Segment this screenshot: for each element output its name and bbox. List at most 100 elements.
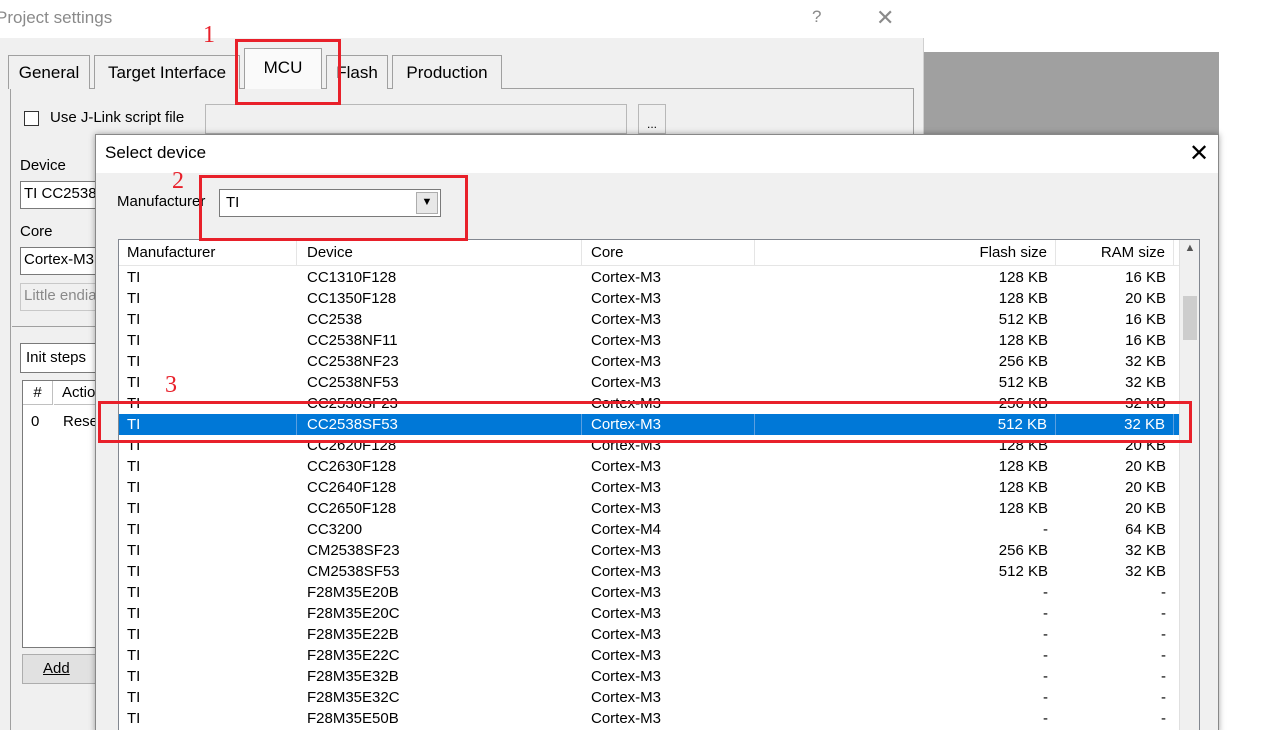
cell-ram-size: 16 KB <box>1125 269 1166 286</box>
cell-ram-size: 32 KB <box>1125 563 1166 580</box>
cell-manufacturer: TI <box>127 332 141 349</box>
tab-general[interactable]: General <box>8 55 90 89</box>
tab-target-interface[interactable]: Target Interface <box>94 55 240 89</box>
cell-flash-size: - <box>1043 584 1048 601</box>
use-script-checkbox[interactable] <box>24 111 39 126</box>
cell-core: Cortex-M3 <box>591 458 662 475</box>
cell-ram-size: - <box>1161 584 1166 601</box>
table-row[interactable]: TI F28M35E20C Cortex-M3 - - <box>119 603 1179 624</box>
column-header-ram-size[interactable]: RAM size <box>1056 240 1174 266</box>
cell-device: F28M35E32C <box>307 689 400 706</box>
annotation-number-3: 3 <box>165 372 177 398</box>
device-table: Manufacturer Device Core Flash size RAM … <box>118 239 1200 730</box>
cell-core: Cortex-M4 <box>591 521 662 538</box>
cell-core: Cortex-M3 <box>591 668 662 685</box>
table-row[interactable]: TI F28M35E22B Cortex-M3 - - <box>119 624 1179 645</box>
manufacturer-label: Manufacturer <box>117 193 206 210</box>
cell-device: CC2538NF23 <box>307 353 399 370</box>
table-row[interactable]: TI CC1350F128 Cortex-M3 128 KB 20 KB <box>119 288 1179 309</box>
dialog-title: Select device <box>105 143 207 162</box>
cell-device: CM2538SF53 <box>307 563 400 580</box>
cell-flash-size: 128 KB <box>998 479 1048 496</box>
cell-ram-size: - <box>1161 710 1166 727</box>
column-header-core[interactable]: Core <box>582 240 755 266</box>
cell-manufacturer: TI <box>127 311 141 328</box>
table-row[interactable]: TI F28M35E22C Cortex-M3 - - <box>119 645 1179 666</box>
cell-core: Cortex-M3 <box>591 332 662 349</box>
cell-manufacturer: TI <box>127 500 141 517</box>
table-row[interactable]: TI CC2538 Cortex-M3 512 KB 16 KB <box>119 309 1179 330</box>
cell-manufacturer: TI <box>127 542 141 559</box>
cell-core: Cortex-M3 <box>591 290 662 307</box>
background-area <box>924 52 1219 134</box>
cell-device: F28M35E22B <box>307 626 399 643</box>
cell-core: Cortex-M3 <box>591 374 662 391</box>
cell-flash-size: - <box>1043 626 1048 643</box>
cell-manufacturer: TI <box>127 521 141 538</box>
close-icon[interactable]: ✕ <box>1189 139 1209 168</box>
table-row[interactable]: TI F28M35E50B Cortex-M3 - - <box>119 708 1179 729</box>
table-row[interactable]: TI CC1310F128 Cortex-M3 128 KB 16 KB <box>119 267 1179 288</box>
init-steps-select[interactable]: Init steps <box>20 343 100 373</box>
scroll-thumb[interactable] <box>1183 296 1197 340</box>
cell-ram-size: 16 KB <box>1125 332 1166 349</box>
cell-ram-size: 32 KB <box>1125 542 1166 559</box>
core-field[interactable]: Cortex-M3 <box>20 247 100 275</box>
cell-ram-size: - <box>1161 647 1166 664</box>
add-step-button[interactable]: Add <box>22 654 98 684</box>
cell-ram-size: 20 KB <box>1125 290 1166 307</box>
window-title: Project settings <box>0 8 113 27</box>
cell-core: Cortex-M3 <box>591 605 662 622</box>
cell-manufacturer: TI <box>127 353 141 370</box>
cell-core: Cortex-M3 <box>591 353 662 370</box>
column-header-manufacturer[interactable]: Manufacturer <box>119 240 297 266</box>
script-browse-button[interactable]: ... <box>638 104 666 134</box>
table-row[interactable]: TI CC3200 Cortex-M4 - 64 KB <box>119 519 1179 540</box>
table-row[interactable]: TI F28M35E20B Cortex-M3 - - <box>119 582 1179 603</box>
table-row[interactable]: TI CC2538NF11 Cortex-M3 128 KB 16 KB <box>119 330 1179 351</box>
script-path-field[interactable] <box>205 104 627 134</box>
cell-flash-size: - <box>1043 689 1048 706</box>
cell-flash-size: - <box>1043 605 1048 622</box>
table-row[interactable]: TI CC2538NF53 Cortex-M3 512 KB 32 KB <box>119 372 1179 393</box>
endian-field: Little endian <box>20 283 100 311</box>
cell-device: CC3200 <box>307 521 363 538</box>
cell-flash-size: - <box>1043 647 1048 664</box>
scroll-up-icon[interactable]: ▲ <box>1180 242 1199 262</box>
cell-core: Cortex-M3 <box>591 563 662 580</box>
column-header-flash-size[interactable]: Flash size <box>755 240 1056 266</box>
table-row[interactable]: TI CC2538NF23 Cortex-M3 256 KB 32 KB <box>119 351 1179 372</box>
table-row[interactable]: TI CC2630F128 Cortex-M3 128 KB 20 KB <box>119 456 1179 477</box>
cell-ram-size: 32 KB <box>1125 374 1166 391</box>
tab-mcu[interactable]: MCU <box>244 48 322 89</box>
steps-header-number[interactable]: # <box>23 381 53 405</box>
column-header-device[interactable]: Device <box>297 240 582 266</box>
cell-manufacturer: TI <box>127 689 141 706</box>
cell-device: F28M35E50B <box>307 710 399 727</box>
vertical-scrollbar[interactable]: ▲ <box>1179 240 1199 730</box>
cell-manufacturer: TI <box>127 710 141 727</box>
device-field[interactable]: TI CC2538SF53 <box>20 181 100 209</box>
tab-production[interactable]: Production <box>392 55 502 89</box>
cell-manufacturer: TI <box>127 668 141 685</box>
cell-device: CC1310F128 <box>307 269 397 286</box>
table-row[interactable]: TI F28M35E32C Cortex-M3 - - <box>119 687 1179 708</box>
cell-ram-size: - <box>1161 668 1166 685</box>
cell-core: Cortex-M3 <box>591 479 662 496</box>
device-table-header: Manufacturer Device Core Flash size RAM … <box>119 240 1179 266</box>
table-row[interactable]: TI CC2640F128 Cortex-M3 128 KB 20 KB <box>119 477 1179 498</box>
table-row[interactable]: TI CM2538SF23 Cortex-M3 256 KB 32 KB <box>119 540 1179 561</box>
cell-core: Cortex-M3 <box>591 689 662 706</box>
cell-flash-size: 512 KB <box>998 311 1048 328</box>
annotation-number-2: 2 <box>172 168 184 194</box>
help-icon[interactable]: ? <box>812 7 821 27</box>
table-row[interactable]: TI F28M35E32B Cortex-M3 - - <box>119 666 1179 687</box>
cell-ram-size: 32 KB <box>1125 353 1166 370</box>
close-icon[interactable]: ✕ <box>876 5 894 31</box>
cell-ram-size: - <box>1161 626 1166 643</box>
cell-manufacturer: TI <box>127 374 141 391</box>
table-row[interactable]: TI CC2650F128 Cortex-M3 128 KB 20 KB <box>119 498 1179 519</box>
table-row[interactable]: TI CM2538SF53 Cortex-M3 512 KB 32 KB <box>119 561 1179 582</box>
cell-device: F28M35E20C <box>307 605 400 622</box>
cell-core: Cortex-M3 <box>591 500 662 517</box>
